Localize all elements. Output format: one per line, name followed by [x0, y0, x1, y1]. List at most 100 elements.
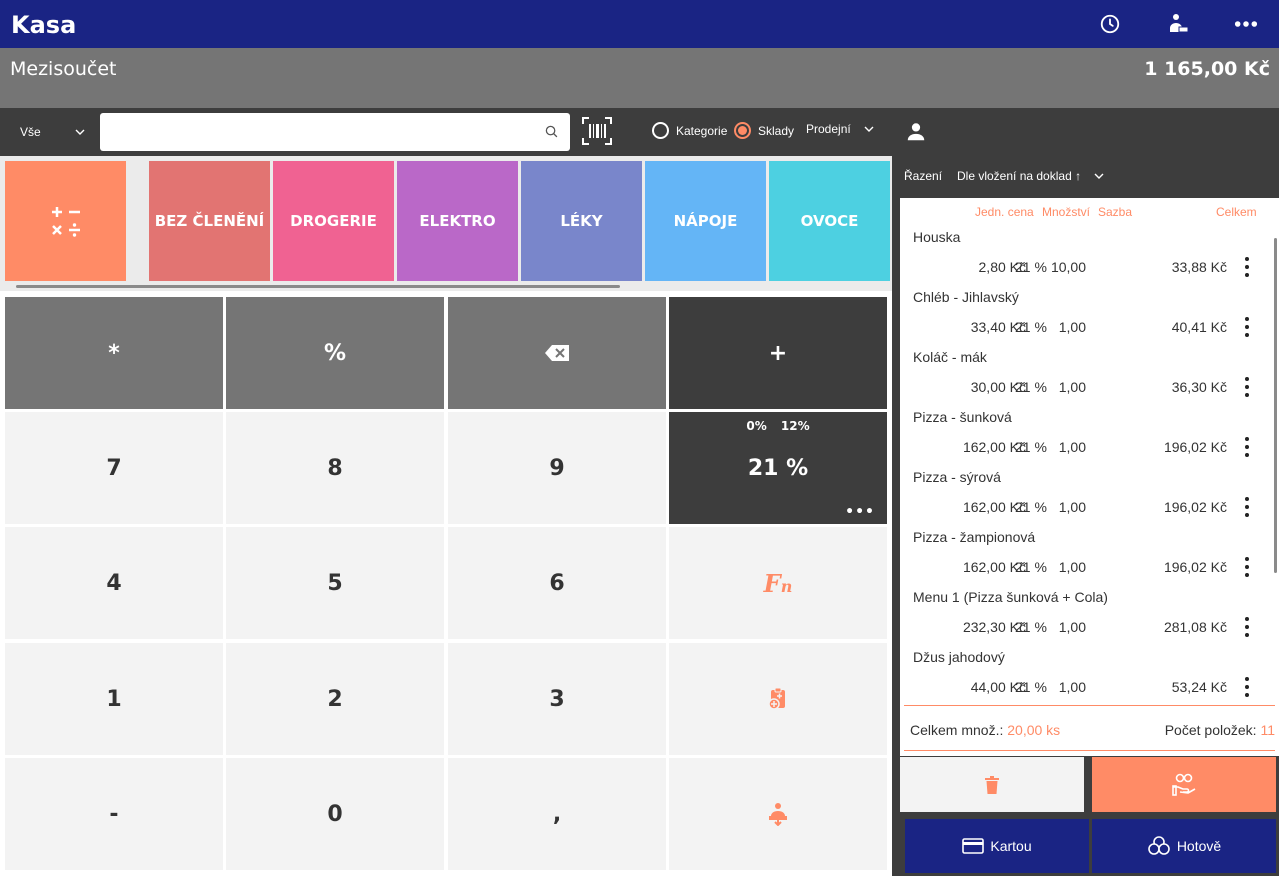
item-vat: 21 % [1015, 679, 1047, 695]
add-document-key[interactable] [669, 643, 887, 755]
category-scrollbar[interactable] [16, 285, 620, 288]
category-tile-bez-cleneni[interactable]: BEZ ČLENĚNÍ [149, 161, 270, 281]
list-item[interactable]: Pizza - šunková 162,00 Kč 1,00 21 % 196,02 K… [900, 404, 1272, 464]
function-sub: n [780, 576, 793, 596]
list-item[interactable]: Pizza - žampionová 162,00 Kč 1,00 21 % 196,0… [900, 524, 1272, 584]
pay-cash-button[interactable]: Hotově [1092, 819, 1276, 873]
vat-option-12[interactable]: 12% [781, 419, 810, 433]
kebab-menu-icon[interactable] [1240, 557, 1254, 577]
item-count: Počet položek: 11 [1165, 722, 1275, 738]
vat-option-0[interactable]: 0% [746, 419, 766, 433]
item-vat: 21 % [1015, 319, 1047, 335]
minus-key[interactable]: - [5, 758, 223, 870]
category-tile-elektro[interactable]: ELEKTRO [397, 161, 518, 281]
key-0[interactable]: 0 [226, 758, 444, 870]
trash-icon [985, 775, 999, 794]
divider [904, 750, 1275, 751]
list-item[interactable]: Houska 2,80 Kč 10,00 21 % 33,88 Kč [900, 224, 1272, 284]
item-name: Džus jahodový [913, 649, 1005, 665]
item-quantity: 1,00 [1058, 679, 1086, 695]
backspace-icon [545, 345, 569, 361]
key-4[interactable]: 4 [5, 527, 223, 639]
key-6[interactable]: 6 [448, 527, 666, 639]
barcode-scan-button[interactable] [580, 114, 614, 148]
item-name: Pizza - sýrová [913, 469, 1001, 485]
search-icon[interactable] [545, 125, 558, 138]
vat-key[interactable]: 0% 12% 21 % ••• [669, 412, 887, 524]
key-1[interactable]: 1 [5, 643, 223, 755]
key-9[interactable]: 9 [448, 412, 666, 524]
sort-dropdown[interactable]: Dle vložení na doklad ↑ [957, 169, 1105, 183]
title-bar: Kasa [0, 0, 1279, 48]
vat-current: 21 % [747, 455, 809, 481]
category-tile-napoje[interactable]: NÁPOJE [645, 161, 766, 281]
barcode-icon [582, 117, 612, 145]
function-key[interactable]: Fn [669, 527, 887, 639]
comma-key[interactable]: , [448, 758, 666, 870]
item-total: 196,02 Kč [1163, 499, 1227, 515]
list-item[interactable]: Koláč - mák 30,00 Kč 1,00 21 % 36,30 Kč [900, 344, 1272, 404]
item-total: 36,30 Kč [1171, 379, 1227, 395]
item-name: Menu 1 (Pizza šunková + Cola) [913, 589, 1108, 605]
column-unit-price: Jedn. cena [975, 205, 1034, 219]
key-2[interactable]: 2 [226, 643, 444, 755]
backspace-key[interactable] [448, 297, 666, 409]
cashier-icon[interactable] [1166, 12, 1190, 36]
percent-key[interactable]: % [226, 297, 444, 409]
category-tile-leky[interactable]: LÉKY [521, 161, 642, 281]
item-count-value: 11 [1260, 722, 1275, 738]
key-7[interactable]: 7 [5, 412, 223, 524]
subtotal-value: 1 165,00 Kč [1144, 58, 1270, 80]
clock-icon[interactable] [1098, 12, 1122, 36]
radio-warehouses[interactable]: Sklady [734, 122, 794, 139]
column-rate: Sazba [1098, 205, 1133, 219]
plus-key[interactable]: + [669, 297, 887, 409]
key-8[interactable]: 8 [226, 412, 444, 524]
item-vat: 21 % [1015, 559, 1047, 575]
more-icon[interactable]: ••• [845, 504, 875, 520]
radio-categories-label: Kategorie [676, 123, 728, 138]
radio-categories-dot [652, 122, 669, 139]
kebab-menu-icon[interactable] [1240, 617, 1254, 637]
search-box [100, 113, 570, 151]
item-total: 40,41 Kč [1171, 319, 1227, 335]
radio-categories[interactable]: Kategorie [652, 122, 727, 139]
pay-card-button[interactable]: Kartou [905, 819, 1089, 873]
multiply-key[interactable]: * [5, 297, 223, 409]
kebab-menu-icon[interactable] [1240, 317, 1254, 337]
item-quantity: 10,00 [1050, 259, 1086, 275]
category-strip: BEZ ČLENĚNÍ DROGERIE ELEKTRO LÉKY NÁPOJE… [0, 156, 892, 291]
kebab-menu-icon[interactable] [1240, 497, 1254, 517]
item-name: Chléb - Jihlavský [913, 289, 1019, 305]
pos-app: Kasa Mezisoučet 1 165,00 Kč Vše Kategori… [0, 0, 1279, 876]
filter-dropdown[interactable]: Vše [10, 116, 92, 148]
calculator-icon [51, 207, 80, 237]
list-item[interactable]: Džus jahodový 44,00 Kč 1,00 21 % 53,24 Kč [900, 644, 1272, 704]
receipt-panel: Řazení Dle vložení na doklad ↑ Jedn. cen… [892, 156, 1279, 876]
kebab-menu-icon[interactable] [1240, 377, 1254, 397]
delete-button[interactable] [900, 757, 1084, 812]
kebab-menu-icon[interactable] [1240, 257, 1254, 277]
category-tile-ovoce[interactable]: OVOCE [769, 161, 890, 281]
item-list-scrollbar[interactable] [1274, 238, 1277, 573]
list-item[interactable]: Pizza - sýrová 162,00 Kč 1,00 21 % 196,02 Kč [900, 464, 1272, 524]
key-3[interactable]: 3 [448, 643, 666, 755]
item-total: 33,88 Kč [1171, 259, 1227, 275]
item-quantity: 1,00 [1058, 319, 1086, 335]
customer-button[interactable] [1092, 757, 1276, 812]
mode-dropdown[interactable]: Prodejní [806, 122, 875, 136]
mode-value: Prodejní [806, 122, 851, 136]
list-item[interactable]: Chléb - Jihlavský 33,40 Kč 1,00 21 % 40,41 K… [900, 284, 1272, 344]
kebab-menu-icon[interactable] [1240, 437, 1254, 457]
withdraw-key[interactable] [669, 758, 887, 870]
item-total: 281,08 Kč [1163, 619, 1227, 635]
calculator-tile[interactable] [5, 161, 126, 281]
list-item[interactable]: Menu 1 (Pizza šunková + Cola) 232,30 Kč 1,… [900, 584, 1272, 644]
kebab-menu-icon[interactable] [1240, 677, 1254, 697]
total-quantity: Celkem množ.: 20,00 ks [910, 722, 1060, 738]
user-icon[interactable] [905, 121, 927, 143]
category-tile-drogerie[interactable]: DROGERIE [273, 161, 394, 281]
key-5[interactable]: 5 [226, 527, 444, 639]
more-icon[interactable] [1234, 12, 1258, 36]
search-input[interactable] [108, 113, 528, 151]
